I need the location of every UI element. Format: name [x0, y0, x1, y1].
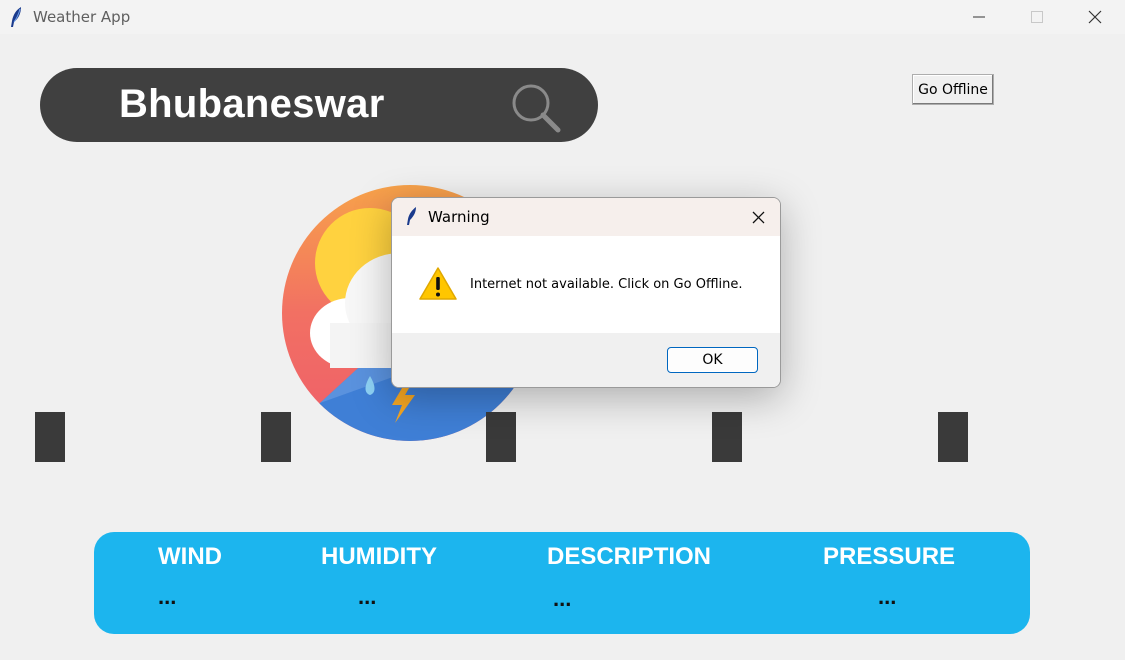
- pillar: [261, 412, 291, 462]
- ok-button[interactable]: OK: [667, 347, 758, 373]
- search-input[interactable]: Bhubaneswar: [119, 82, 385, 127]
- search-icon[interactable]: [510, 82, 562, 134]
- weather-info-panel: WIND ... HUMIDITY ... DESCRIPTION ... PR…: [94, 532, 1030, 634]
- search-bar[interactable]: Bhubaneswar: [40, 68, 598, 142]
- humidity-value: ...: [358, 584, 377, 609]
- wind-value: ...: [158, 584, 177, 609]
- dialog-titlebar: Warning: [392, 198, 780, 236]
- warning-icon: [419, 267, 457, 300]
- pillar: [712, 412, 742, 462]
- window-title: Weather App: [33, 8, 131, 26]
- close-button[interactable]: [1072, 0, 1118, 34]
- maximize-button[interactable]: [1014, 0, 1060, 34]
- close-icon: [752, 211, 764, 223]
- warning-dialog: Warning Internet not available. Click on…: [391, 197, 781, 388]
- pillar: [486, 412, 516, 462]
- dialog-message: Internet not available. Click on Go Offl…: [470, 277, 743, 292]
- feather-icon: [11, 7, 21, 27]
- minimize-button[interactable]: [956, 0, 1002, 34]
- pillar: [35, 412, 65, 462]
- dialog-body: Internet not available. Click on Go Offl…: [392, 236, 780, 333]
- humidity-label: HUMIDITY: [321, 543, 437, 570]
- description-label: DESCRIPTION: [547, 543, 712, 570]
- pressure-value: ...: [878, 584, 897, 609]
- maximize-icon: [1031, 11, 1043, 23]
- dialog-close-button[interactable]: [744, 204, 772, 230]
- minimize-icon: [973, 16, 985, 18]
- dialog-footer: OK: [392, 333, 780, 387]
- wind-label: WIND: [158, 543, 222, 570]
- go-offline-button[interactable]: Go Offline: [912, 74, 994, 105]
- close-icon: [1088, 10, 1102, 24]
- feather-icon: [407, 207, 416, 225]
- pillar: [938, 412, 968, 462]
- dialog-title: Warning: [428, 208, 490, 226]
- window-titlebar: Weather App: [0, 0, 1125, 34]
- description-value: ...: [553, 586, 572, 611]
- pressure-label: PRESSURE: [823, 543, 956, 570]
